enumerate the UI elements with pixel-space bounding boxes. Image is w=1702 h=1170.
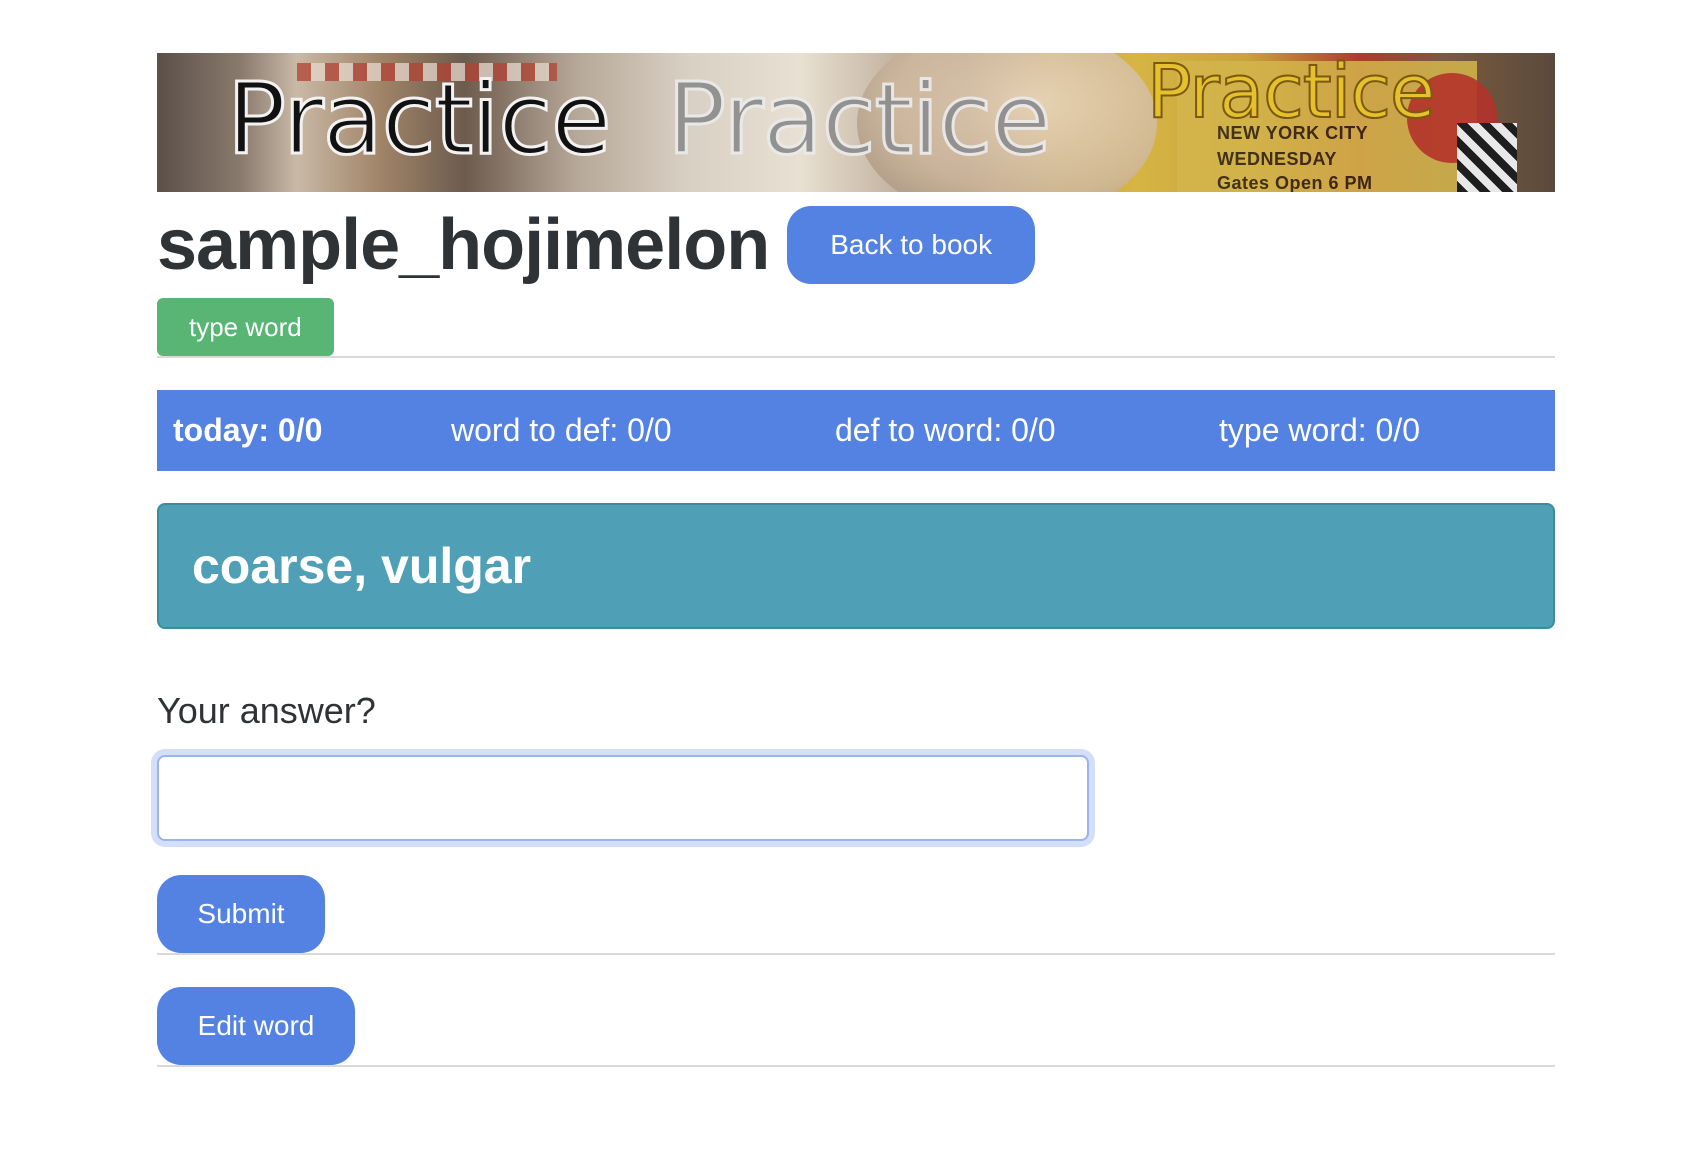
divider	[157, 1065, 1555, 1067]
practice-banner-image: NEW YORK CITY WEDNESDAY Gates Open 6 PM …	[157, 53, 1555, 192]
banner-word-grey: Practice	[665, 63, 1052, 177]
title-row: sample_hojimelon Back to book	[157, 205, 1555, 285]
divider	[157, 356, 1555, 358]
stat-today: today: 0/0	[173, 412, 323, 448]
banner-word-black: Practice	[225, 63, 612, 177]
answer-input[interactable]	[157, 755, 1089, 841]
stat-word-to-def: word to def: 0/0	[451, 412, 672, 448]
back-to-book-button[interactable]: Back to book	[787, 206, 1036, 284]
page-title: sample_hojimelon	[157, 205, 770, 285]
answer-label: Your answer?	[157, 690, 376, 731]
banner-word-gold: Practice	[1146, 53, 1437, 135]
definition-card: coarse, vulgar	[157, 503, 1555, 629]
stats-bar: today: 0/0 word to def: 0/0 def to word:…	[157, 390, 1555, 471]
banner-stripes	[1457, 123, 1517, 192]
mode-badge: type word	[157, 298, 334, 356]
stat-def-to-word: def to word: 0/0	[835, 412, 1056, 448]
banner-poster-text-2: WEDNESDAY	[1217, 149, 1337, 169]
stat-type-word: type word: 0/0	[1219, 412, 1420, 448]
edit-word-button[interactable]: Edit word	[157, 987, 355, 1065]
main-container: NEW YORK CITY WEDNESDAY Gates Open 6 PM …	[157, 53, 1555, 1067]
submit-button[interactable]: Submit	[157, 875, 325, 953]
banner-poster-text-3: Gates Open 6 PM	[1217, 173, 1373, 192]
divider	[157, 953, 1555, 955]
